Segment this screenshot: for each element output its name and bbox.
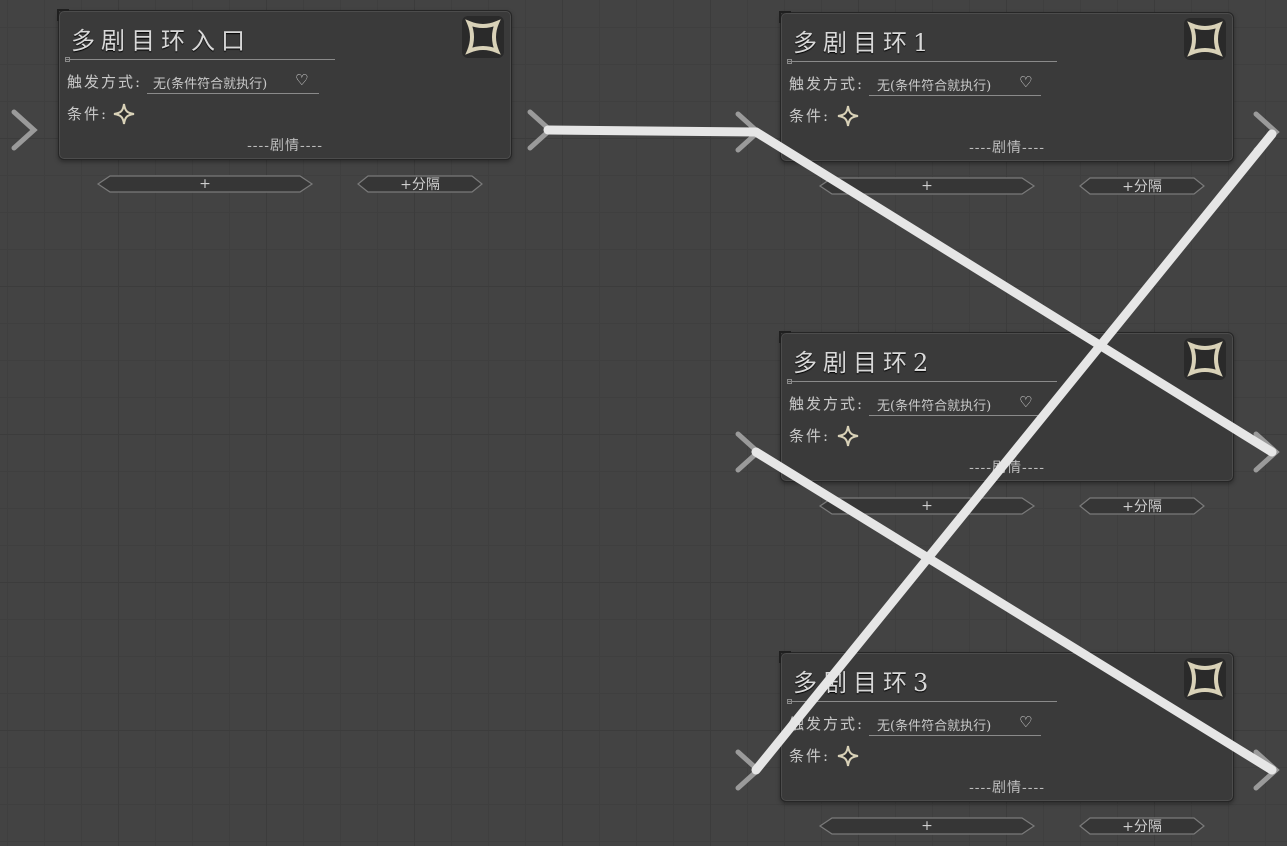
node-title: 多剧目环3	[793, 669, 935, 697]
add-separator-button[interactable]: +分隔	[1078, 176, 1206, 196]
condition-label: 条件:	[789, 427, 831, 445]
title-underline	[787, 59, 1057, 64]
loop1-output-port[interactable]	[1252, 110, 1282, 154]
add-item-button[interactable]: +	[818, 816, 1036, 836]
trigger-label: 触发方式:	[67, 73, 143, 91]
add-item-button[interactable]: +	[96, 174, 314, 194]
node-title: 多剧目环入口	[71, 27, 251, 55]
plot-label: ----剧情----	[969, 780, 1045, 796]
title-underline	[787, 699, 1057, 704]
title-underline	[65, 57, 335, 62]
node-loop-3[interactable]: 多剧目环3 触发方式: 无(条件符合就执行) ♡ 条件: ----剧情----	[779, 651, 1234, 802]
add-item-button[interactable]: +	[818, 496, 1036, 516]
condition-label: 条件:	[67, 105, 109, 123]
dropdown-heart-icon[interactable]: ♡	[1019, 73, 1032, 91]
add-condition-star-icon[interactable]	[837, 105, 859, 127]
trigger-dropdown[interactable]: 无(条件符合就执行)	[153, 73, 267, 92]
trigger-dropdown[interactable]: 无(条件符合就执行)	[877, 75, 991, 94]
add-separator-button[interactable]: +分隔	[1078, 496, 1206, 516]
plot-label: ----剧情----	[247, 138, 323, 154]
node-menu-icon[interactable]	[1183, 337, 1227, 381]
condition-label: 条件:	[789, 747, 831, 765]
title-underline	[787, 379, 1057, 384]
loop3-output-port[interactable]	[1252, 748, 1282, 792]
node-menu-icon[interactable]	[1183, 657, 1227, 701]
add-condition-star-icon[interactable]	[837, 745, 859, 767]
node-title: 多剧目环2	[793, 349, 935, 377]
add-separator-button[interactable]: +分隔	[356, 174, 484, 194]
add-condition-star-icon[interactable]	[113, 103, 135, 125]
trigger-label: 触发方式:	[789, 395, 865, 413]
node-menu-icon[interactable]	[1183, 17, 1227, 61]
trigger-label: 触发方式:	[789, 75, 865, 93]
dropdown-heart-icon[interactable]: ♡	[295, 71, 308, 89]
node-menu-icon[interactable]	[461, 15, 505, 59]
entry-output-port[interactable]	[526, 108, 556, 152]
dropdown-heart-icon[interactable]: ♡	[1019, 393, 1032, 411]
node-entry[interactable]: 多剧目环入口 触发方式: 无(条件符合就执行) ♡ 条件: ----剧情----	[57, 9, 512, 160]
entry-input-port[interactable]	[10, 108, 40, 152]
plot-label: ----剧情----	[969, 460, 1045, 476]
node-loop-1[interactable]: 多剧目环1 触发方式: 无(条件符合就执行) ♡ 条件: ----剧情----	[779, 11, 1234, 162]
condition-label: 条件:	[789, 107, 831, 125]
node-title: 多剧目环1	[793, 29, 935, 57]
dropdown-heart-icon[interactable]: ♡	[1019, 713, 1032, 731]
loop2-input-port[interactable]	[734, 430, 764, 474]
loop1-input-port[interactable]	[734, 110, 764, 154]
add-item-button[interactable]: +	[818, 176, 1036, 196]
loop3-input-port[interactable]	[734, 748, 764, 792]
trigger-label: 触发方式:	[789, 715, 865, 733]
node-loop-2[interactable]: 多剧目环2 触发方式: 无(条件符合就执行) ♡ 条件: ----剧情----	[779, 331, 1234, 482]
add-condition-star-icon[interactable]	[837, 425, 859, 447]
trigger-dropdown[interactable]: 无(条件符合就执行)	[877, 715, 991, 734]
trigger-dropdown[interactable]: 无(条件符合就执行)	[877, 395, 991, 414]
add-separator-button[interactable]: +分隔	[1078, 816, 1206, 836]
loop2-output-port[interactable]	[1252, 430, 1282, 474]
wire-entry-to-loop1	[543, 125, 761, 137]
plot-label: ----剧情----	[969, 140, 1045, 156]
